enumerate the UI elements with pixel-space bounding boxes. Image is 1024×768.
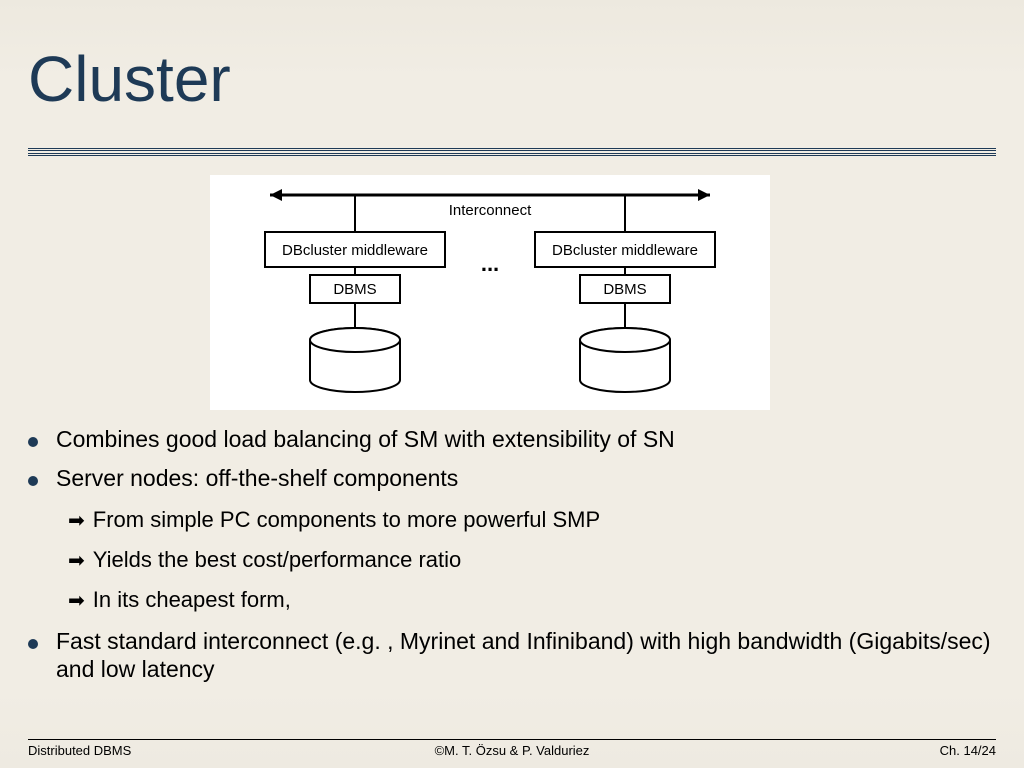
footer: Distributed DBMS ©M. T. Özsu & P. Valdur…	[28, 743, 996, 758]
content-area: Combines good load balancing of SM with …	[28, 425, 996, 694]
bullet-2-text: Server nodes: off-the-shelf components	[56, 464, 458, 493]
right-dbms-label: DBMS	[603, 281, 646, 298]
right-middleware-label: DBcluster middleware	[552, 242, 698, 259]
bullet-icon	[28, 639, 38, 649]
title-divider-line	[28, 153, 996, 154]
arrow-icon: ➡	[68, 508, 85, 533]
bullet-icon	[28, 476, 38, 486]
interconnect-label: Interconnect	[449, 202, 532, 219]
bullet-3: Fast standard interconnect (e.g. , Myrin…	[28, 627, 996, 685]
slide: Cluster Interconnect DBcluster middlewar…	[0, 0, 1024, 768]
footer-left: Distributed DBMS	[28, 743, 131, 758]
sub-bullet-2: ➡ Yields the best cost/performance ratio	[68, 547, 996, 573]
footer-center: ©M. T. Özsu & P. Valduriez	[435, 743, 590, 758]
cluster-diagram-svg: Interconnect DBcluster middleware DBMS D…	[210, 175, 770, 410]
left-dbms-label: DBMS	[333, 281, 376, 298]
ellipsis-label: ...	[481, 251, 499, 276]
arrow-icon: ➡	[68, 548, 85, 573]
diagram: Interconnect DBcluster middleware DBMS D…	[210, 175, 770, 410]
bottom-divider	[28, 739, 996, 740]
title-divider	[28, 148, 996, 156]
bullet-icon	[28, 437, 38, 447]
arrow-icon: ➡	[68, 588, 85, 613]
footer-right: Ch. 14/24	[940, 743, 996, 758]
bullet-1: Combines good load balancing of SM with …	[28, 425, 996, 454]
sub-1-text: From simple PC components to more powerf…	[93, 507, 600, 533]
page-title: Cluster	[28, 42, 231, 116]
sub-bullet-1: ➡ From simple PC components to more powe…	[68, 507, 996, 533]
sub-3-text: In its cheapest form,	[93, 587, 291, 613]
left-middleware-label: DBcluster middleware	[282, 242, 428, 259]
bullet-1-text: Combines good load balancing of SM with …	[56, 425, 675, 454]
sub-bullet-3: ➡ In its cheapest form,	[68, 587, 996, 613]
bullet-2: Server nodes: off-the-shelf components	[28, 464, 996, 493]
sub-2-text: Yields the best cost/performance ratio	[93, 547, 461, 573]
bullet-3-text: Fast standard interconnect (e.g. , Myrin…	[56, 627, 996, 685]
